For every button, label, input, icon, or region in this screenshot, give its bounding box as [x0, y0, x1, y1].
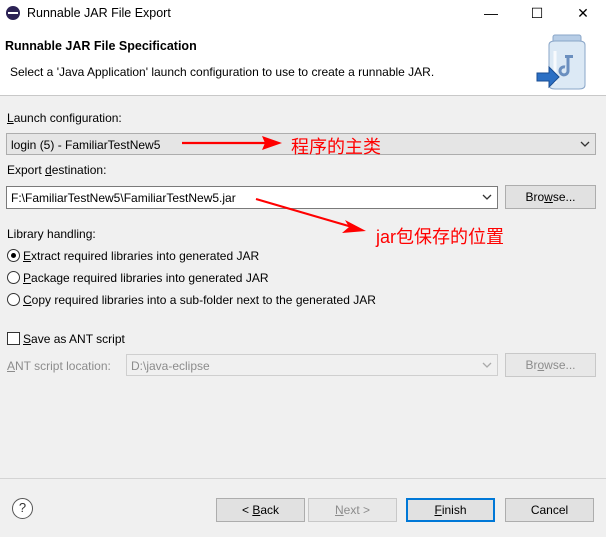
cancel-button[interactable]: Cancel: [505, 498, 594, 522]
launch-config-label: Launch configuration:: [7, 111, 122, 125]
chevron-down-icon: [482, 194, 492, 200]
package-libraries-radio[interactable]: [7, 271, 20, 284]
page-title: Runnable JAR File Specification: [5, 39, 197, 53]
browse-destination-button[interactable]: Browse...: [505, 185, 596, 209]
maximize-button[interactable]: ☐: [514, 0, 560, 26]
export-destination-input[interactable]: F:\FamiliarTestNew5\FamiliarTestNew5.jar: [6, 186, 498, 209]
copy-libraries-label[interactable]: Copy required libraries into a sub-folde…: [23, 293, 376, 307]
finish-button[interactable]: Finish: [406, 498, 495, 522]
minimize-button[interactable]: —: [468, 0, 514, 26]
ant-script-location-input: D:\java-eclipse: [126, 354, 498, 376]
wizard-header: Runnable JAR File Specification Select a…: [0, 26, 606, 96]
ant-script-location-value: D:\java-eclipse: [131, 359, 210, 373]
export-destination-value: F:\FamiliarTestNew5\FamiliarTestNew5.jar: [11, 191, 236, 205]
next-button: Next >: [308, 498, 397, 522]
library-handling-label: Library handling:: [7, 227, 96, 241]
title-bar: Runnable JAR File Export — ☐ ✕: [0, 0, 606, 26]
extract-libraries-radio[interactable]: [7, 249, 20, 262]
jar-export-icon: [536, 34, 586, 90]
browse-ant-location-button: Browse...: [505, 353, 596, 377]
window-title: Runnable JAR File Export: [27, 6, 171, 20]
package-libraries-label[interactable]: Package required libraries into generate…: [23, 271, 268, 285]
back-button[interactable]: < Back: [216, 498, 305, 522]
main-class-annotation: 程序的主类: [291, 137, 381, 157]
save-ant-script-checkbox[interactable]: [7, 332, 20, 345]
chevron-down-icon: [580, 141, 590, 147]
copy-libraries-radio[interactable]: [7, 293, 20, 306]
help-button[interactable]: ?: [12, 498, 33, 519]
extract-libraries-label[interactable]: Extract required libraries into generate…: [23, 249, 259, 263]
launch-config-value: login (5) - FamiliarTestNew5: [11, 138, 161, 152]
close-button[interactable]: ✕: [560, 0, 606, 26]
jar-location-arrowhead: [342, 220, 366, 233]
button-bar-separator: [0, 478, 606, 479]
export-destination-label: Export destination:: [7, 163, 107, 177]
page-description: Select a 'Java Application' launch confi…: [10, 65, 435, 79]
chevron-down-icon: [482, 362, 492, 368]
jar-location-annotation: jar包保存的位置: [376, 227, 505, 247]
ant-script-location-label: ANT script location:: [7, 359, 111, 373]
eclipse-icon: [6, 6, 20, 20]
save-ant-script-label[interactable]: Save as ANT script: [23, 332, 125, 346]
